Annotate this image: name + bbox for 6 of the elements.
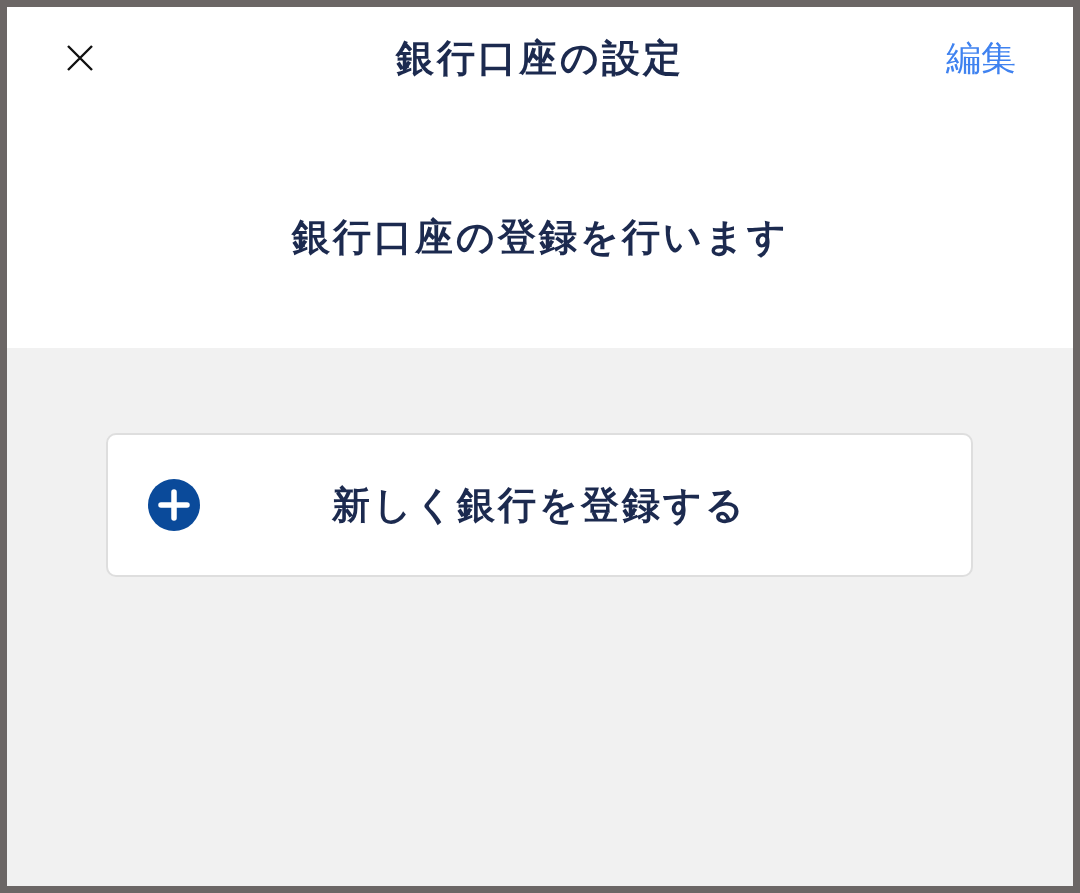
intro-text: 銀行口座の登録を行います: [291, 215, 789, 260]
plus-circle-icon: [148, 479, 200, 531]
close-icon[interactable]: [67, 45, 93, 71]
edit-button[interactable]: 編集: [946, 36, 1016, 80]
window-title: 銀行口座の設定: [396, 36, 684, 81]
add-bank-button[interactable]: 新しく銀行を登録する: [106, 433, 973, 577]
